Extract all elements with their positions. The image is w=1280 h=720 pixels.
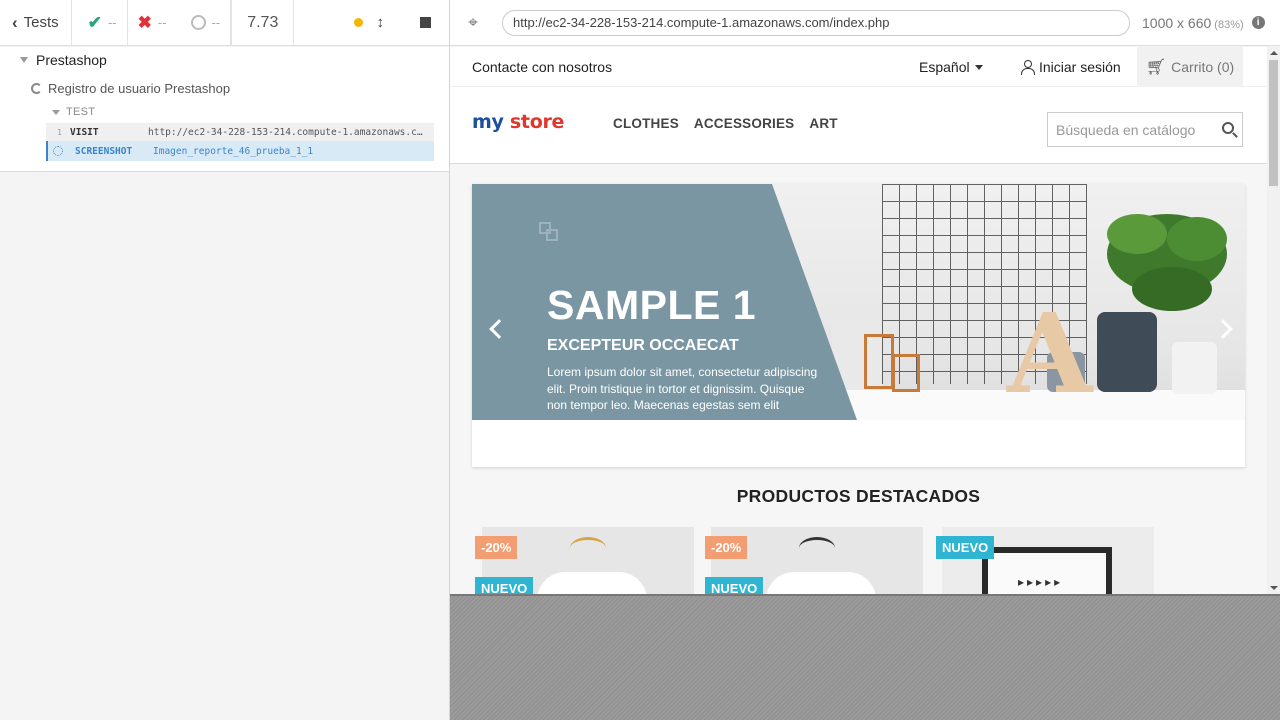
test-title: Registro de usuario Prestashop xyxy=(48,81,231,96)
letter-a-decor: A xyxy=(1007,289,1093,418)
viewport-dimensions: 1000 x 660 xyxy=(1142,14,1212,31)
poster-dots-decor: ▸▸▸▸▸ xyxy=(1018,575,1064,589)
hanger-icon xyxy=(799,537,835,559)
pending-spinner-icon xyxy=(53,146,63,156)
framed-poster-image: ▸▸▸▸▸ xyxy=(982,547,1112,594)
scroll-toggle-icon[interactable]: ↕ xyxy=(377,14,385,31)
failed-count: ✖ -- xyxy=(128,0,177,46)
hook-header[interactable]: TEST xyxy=(52,106,95,118)
slide-title: SAMPLE 1 xyxy=(547,282,757,328)
collapse-triangle-icon xyxy=(20,57,28,63)
cart-label: Carrito (0) xyxy=(1171,59,1235,75)
featured-products-title: PRODUCTOS DESTACADOS xyxy=(736,486,981,506)
selector-playground-icon[interactable]: ⌖ xyxy=(450,13,496,33)
sweater-image xyxy=(766,572,876,594)
store-top-nav: Contacte con nosotros Español Iniciar se… xyxy=(450,47,1267,87)
runner-header: ‹ Tests ✔ -- ✖ -- -- 7.73 ↕ xyxy=(0,0,449,46)
passed-value: -- xyxy=(107,15,117,30)
squares-decor-icon xyxy=(546,229,558,241)
cart-icon: 🛒︎ xyxy=(1145,59,1167,76)
pending-icon xyxy=(190,15,206,30)
store-header: my store CLOTHES ACCESSORIES ART Búsqued… xyxy=(450,87,1267,164)
duration: 7.73 xyxy=(231,0,295,46)
hanger-icon xyxy=(570,537,606,559)
url-field[interactable]: http://ec2-34-228-153-214.compute-1.amaz… xyxy=(502,9,1130,36)
new-flag: NUEVO xyxy=(475,577,534,594)
search-input[interactable]: Búsqueda en catálogo xyxy=(1047,112,1243,147)
stop-button[interactable] xyxy=(420,17,431,28)
scroll-down-icon[interactable] xyxy=(1270,586,1278,590)
command-number: 1 xyxy=(57,128,62,137)
menu-item-art[interactable]: ART xyxy=(809,116,837,131)
category-menu: CLOTHES ACCESSORIES ART xyxy=(613,116,838,131)
user-icon xyxy=(1020,60,1035,75)
lantern-decor xyxy=(892,354,920,392)
viewport-size: 1000 x 660 (83%) xyxy=(1142,15,1244,31)
slide-text-body: Lorem ipsum dolor sit amet, consectetur … xyxy=(547,365,818,412)
running-indicator-icon xyxy=(353,18,363,27)
new-flag: NUEVO xyxy=(936,536,995,559)
test-item[interactable]: Registro de usuario Prestashop xyxy=(31,81,230,96)
page-scrollbar[interactable] xyxy=(1267,47,1280,594)
discount-flag: -20% xyxy=(475,536,518,559)
tests-label: Tests xyxy=(23,14,59,31)
refresh-icon xyxy=(31,83,42,94)
viewport-scale: (83%) xyxy=(1214,18,1244,31)
contact-link[interactable]: Contacte con nosotros xyxy=(472,59,612,75)
suite-title: Prestashop xyxy=(36,52,107,68)
info-icon[interactable]: i xyxy=(1251,16,1265,29)
logo-store: store xyxy=(509,111,565,133)
runner-controls: ↕ xyxy=(294,0,449,46)
new-flag: NUEVO xyxy=(705,577,764,594)
suite-item[interactable]: Prestashop xyxy=(20,52,107,68)
store-logo[interactable]: my store xyxy=(472,111,564,133)
scroll-up-icon[interactable] xyxy=(1270,51,1278,55)
tshirt-image xyxy=(537,572,647,594)
language-label: Español xyxy=(919,59,970,75)
cross-icon: ✖ xyxy=(137,12,152,32)
command-message: Imagen_reporte_46_prueba_1_1 xyxy=(153,145,314,157)
collapse-triangle-icon xyxy=(52,109,60,115)
pot-decor xyxy=(1172,342,1217,394)
search-placeholder: Búsqueda en catálogo xyxy=(1056,121,1196,138)
hook-title: TEST xyxy=(66,106,96,118)
slide-text: Lorem ipsum dolor sit amet, consectetur … xyxy=(547,364,827,414)
lantern-decor xyxy=(864,334,894,389)
discount-flag: -20% xyxy=(705,536,748,559)
command-name: VISIT xyxy=(70,127,99,138)
language-selector[interactable]: Español xyxy=(919,59,983,75)
logo-my: my xyxy=(472,111,504,133)
cart-button[interactable]: 🛒︎ Carrito (0) xyxy=(1137,47,1243,87)
menu-item-accessories[interactable]: ACCESSORIES xyxy=(694,116,794,131)
slide-subtitle: EXCEPTEUR OCCAECAT xyxy=(547,337,739,354)
command-name: SCREENSHOT xyxy=(75,145,133,157)
search-icon[interactable] xyxy=(1222,122,1234,134)
passed-count: ✔ -- xyxy=(72,0,128,46)
check-icon: ✔ xyxy=(87,12,102,32)
app-iframe: Contacte con nosotros Español Iniciar se… xyxy=(450,47,1280,594)
signin-link[interactable]: Iniciar sesión xyxy=(1020,59,1121,75)
chevron-left-icon: ‹ xyxy=(12,12,18,32)
pending-count: -- xyxy=(177,0,232,46)
command-log: Prestashop Registro de usuario Prestasho… xyxy=(0,47,449,172)
carousel: A SAMPLE 1 EXCEPTEUR OCCAECAT Lorem ipsu… xyxy=(472,184,1245,467)
scroll-thumb[interactable] xyxy=(1269,60,1278,186)
viewport-overflow-area xyxy=(450,594,1280,720)
command-message: http://ec2-34-228-153-214.compute-1.amaz… xyxy=(148,127,426,138)
aut-header: ⌖ http://ec2-34-228-153-214.compute-1.am… xyxy=(450,0,1280,46)
runner-panel: ‹ Tests ✔ -- ✖ -- -- 7.73 ↕ Prestashop R xyxy=(0,0,450,720)
tests-button[interactable]: ‹ Tests xyxy=(0,0,72,46)
menu-item-clothes[interactable]: CLOTHES xyxy=(613,116,679,131)
command-row[interactable]: 1 VISIT http://ec2-34-228-153-214.comput… xyxy=(46,123,434,142)
caret-down-icon xyxy=(974,64,983,70)
pending-value: -- xyxy=(211,15,221,30)
carousel-slide[interactable]: A SAMPLE 1 EXCEPTEUR OCCAECAT Lorem ipsu… xyxy=(472,184,1245,420)
signin-label: Iniciar sesión xyxy=(1039,59,1121,75)
command-row[interactable]: SCREENSHOT Imagen_reporte_46_prueba_1_1 xyxy=(46,141,434,161)
failed-value: -- xyxy=(157,15,167,30)
